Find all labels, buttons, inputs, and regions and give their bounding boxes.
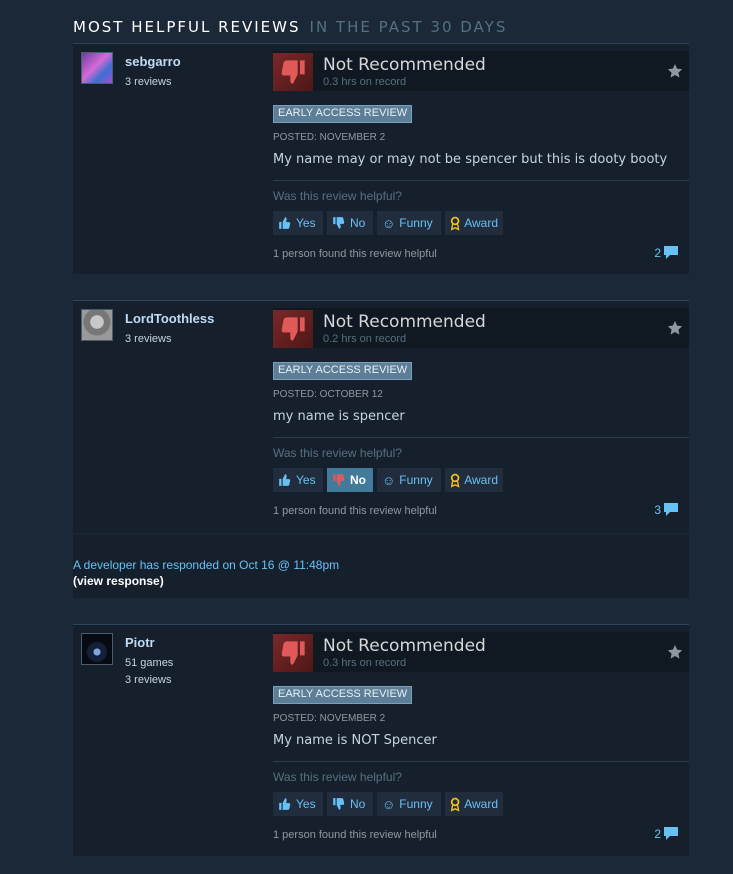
- divider: [273, 180, 689, 181]
- comments-link[interactable]: 3: [654, 502, 679, 517]
- comment-icon: [664, 246, 678, 259]
- vote-yes-label: Yes: [296, 216, 316, 230]
- found-helpful-text: 1 person found this review helpful: [273, 505, 437, 517]
- hours-on-record: 0.2 hrs on record: [323, 333, 407, 345]
- vote-yes-button[interactable]: Yes: [273, 792, 323, 816]
- author-name[interactable]: sebgarro: [125, 54, 181, 69]
- section-subtitle: In the past 30 days: [309, 18, 508, 36]
- thumbs-down-icon: [333, 474, 345, 486]
- award-icon: [450, 797, 460, 812]
- vote-no-button[interactable]: No: [327, 468, 373, 492]
- vote-header[interactable]: Not Recommended 0.3 hrs on record: [273, 51, 689, 91]
- vote-yes-label: Yes: [296, 797, 316, 811]
- author-reviews-count[interactable]: 3 reviews: [125, 333, 171, 345]
- review-text: My name may or may not be spencer but th…: [273, 152, 668, 167]
- thumbs-up-icon: [279, 798, 291, 810]
- vote-header[interactable]: Not Recommended 0.3 hrs on record: [273, 632, 689, 672]
- award-label: Award: [464, 473, 498, 487]
- developer-response-text[interactable]: A developer has responded on Oct 16 @ 11…: [73, 558, 339, 572]
- comment-count: 2: [654, 245, 661, 260]
- divider: [273, 437, 689, 438]
- award-label: Award: [464, 797, 498, 811]
- found-helpful-text: 1 person found this review helpful: [273, 248, 437, 260]
- smiley-icon: ☺: [382, 472, 396, 488]
- hours-on-record: 0.3 hrs on record: [323, 76, 407, 88]
- posted-date: POSTED: OCTOBER 12: [273, 389, 383, 400]
- helpful-question: Was this review helpful?: [273, 446, 402, 460]
- star-icon[interactable]: [667, 63, 683, 84]
- helpful-question: Was this review helpful?: [273, 189, 402, 203]
- vote-funny-button[interactable]: ☺ Funny: [377, 211, 441, 235]
- review-verdict: Not Recommended: [323, 55, 486, 75]
- smiley-icon: ☺: [382, 796, 396, 812]
- vote-no-label: No: [350, 473, 366, 487]
- review-verdict: Not Recommended: [323, 636, 486, 656]
- author-name[interactable]: Piotr: [125, 635, 155, 650]
- award-button[interactable]: Award: [445, 792, 503, 816]
- hours-on-record: 0.3 hrs on record: [323, 657, 407, 669]
- review-text: my name is spencer: [273, 409, 405, 424]
- thumbs-up-icon: [279, 217, 291, 229]
- award-icon: [450, 473, 460, 488]
- avatar[interactable]: [81, 309, 113, 341]
- posted-date: POSTED: NOVEMBER 2: [273, 713, 386, 724]
- developer-response: A developer has responded on Oct 16 @ 11…: [73, 534, 689, 598]
- comments-link[interactable]: 2: [654, 245, 679, 260]
- divider: [273, 761, 689, 762]
- comments-link[interactable]: 2: [654, 826, 679, 841]
- vote-no-button[interactable]: No: [327, 211, 373, 235]
- review-verdict: Not Recommended: [323, 312, 486, 332]
- vote-header[interactable]: Not Recommended 0.2 hrs on record: [273, 308, 689, 348]
- review-text: My name is NOT Spencer: [273, 733, 437, 748]
- vote-yes-label: Yes: [296, 473, 316, 487]
- comment-icon: [664, 503, 678, 516]
- thumbs-up-icon: [279, 474, 291, 486]
- vote-funny-label: Funny: [399, 216, 433, 230]
- early-access-badge: EARLY ACCESS REVIEW: [273, 105, 413, 123]
- avatar[interactable]: [81, 633, 113, 665]
- vote-no-button[interactable]: No: [327, 792, 373, 816]
- vote-no-label: No: [350, 797, 366, 811]
- award-button[interactable]: Award: [445, 468, 503, 492]
- early-access-badge: EARLY ACCESS REVIEW: [273, 686, 413, 704]
- star-icon[interactable]: [667, 320, 683, 341]
- section-title: Most Helpful Reviews: [73, 18, 301, 36]
- author-reviews-count[interactable]: 3 reviews: [125, 674, 171, 686]
- author-reviews-count[interactable]: 3 reviews: [125, 76, 171, 88]
- avatar[interactable]: [81, 52, 113, 84]
- vote-yes-button[interactable]: Yes: [273, 211, 323, 235]
- thumbs-down-icon: [333, 217, 345, 229]
- vote-funny-label: Funny: [399, 473, 433, 487]
- author-name[interactable]: LordToothless: [125, 311, 214, 326]
- section-header: Most Helpful Reviews In the past 30 days: [73, 18, 507, 36]
- award-button[interactable]: Award: [445, 211, 503, 235]
- review-card: sebgarro 3 reviews Not Recommended 0.3 h…: [73, 43, 689, 274]
- posted-date: POSTED: NOVEMBER 2: [273, 132, 386, 143]
- thumbs-down-icon: [273, 634, 313, 672]
- vote-no-label: No: [350, 216, 366, 230]
- comment-count: 3: [654, 502, 661, 517]
- comment-icon: [664, 827, 678, 840]
- award-icon: [450, 216, 460, 231]
- helpful-question: Was this review helpful?: [273, 770, 402, 784]
- smiley-icon: ☺: [382, 215, 396, 231]
- thumbs-down-icon: [273, 53, 313, 91]
- vote-funny-button[interactable]: ☺ Funny: [377, 792, 441, 816]
- star-icon[interactable]: [667, 644, 683, 665]
- early-access-badge: EARLY ACCESS REVIEW: [273, 362, 413, 380]
- vote-funny-button[interactable]: ☺ Funny: [377, 468, 441, 492]
- review-card: Piotr 51 games 3 reviews Not Recommended…: [73, 624, 689, 856]
- view-response-link[interactable]: (view response): [73, 574, 164, 588]
- thumbs-down-icon: [333, 798, 345, 810]
- thumbs-down-icon: [273, 310, 313, 348]
- comment-count: 2: [654, 826, 661, 841]
- vote-yes-button[interactable]: Yes: [273, 468, 323, 492]
- review-card: LordToothless 3 reviews Not Recommended …: [73, 300, 689, 533]
- found-helpful-text: 1 person found this review helpful: [273, 829, 437, 841]
- author-games-count[interactable]: 51 games: [125, 657, 173, 669]
- vote-funny-label: Funny: [399, 797, 433, 811]
- award-label: Award: [464, 216, 498, 230]
